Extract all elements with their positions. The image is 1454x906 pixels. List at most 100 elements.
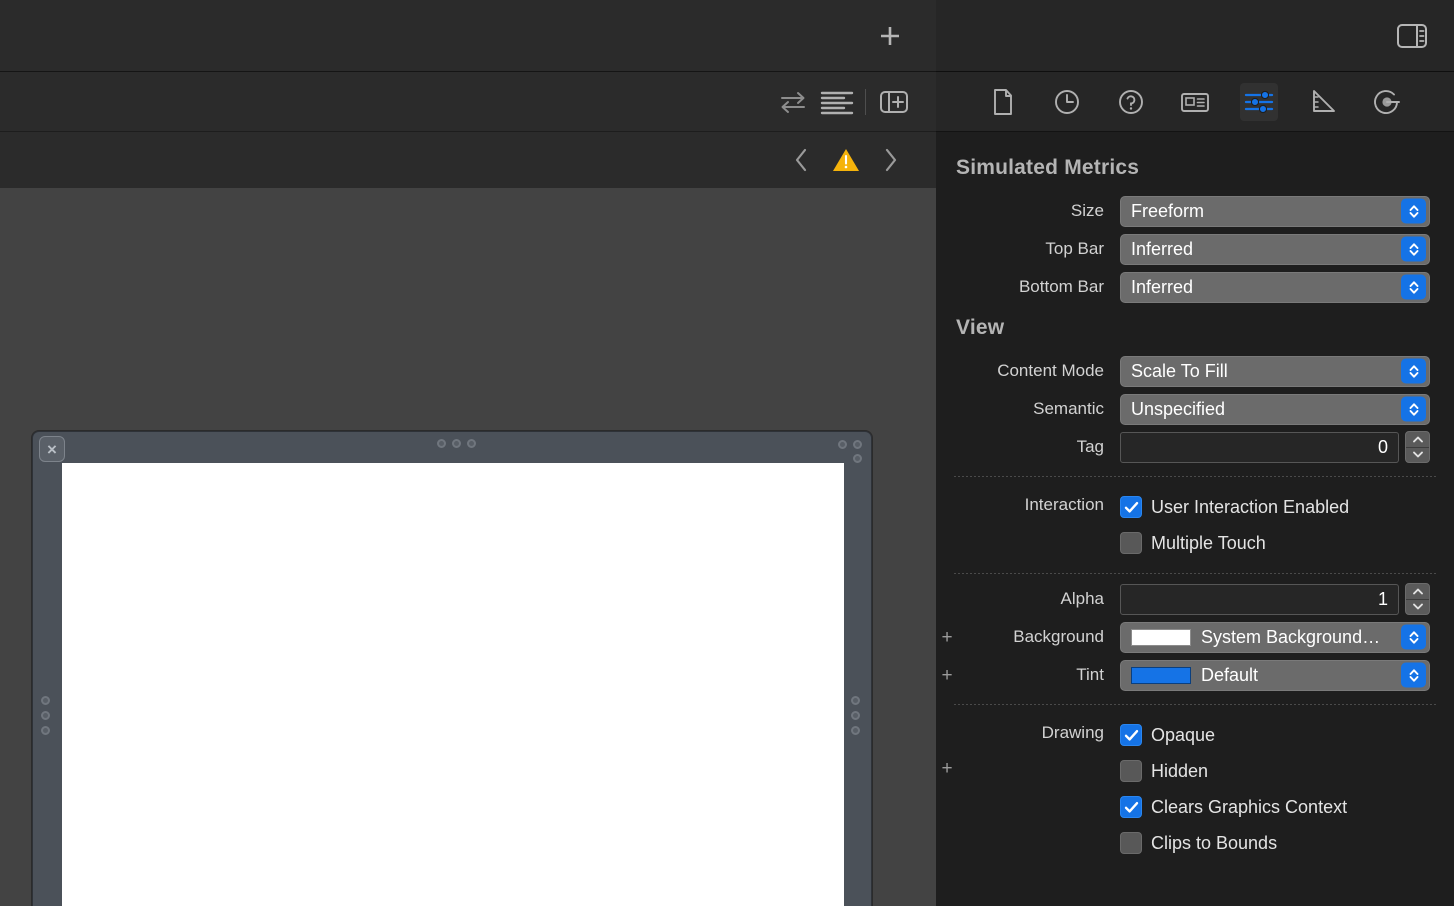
connections-arrow-icon xyxy=(1374,89,1400,114)
stepper-up-button[interactable] xyxy=(1406,584,1429,600)
checkbox-row-clears-graphics-context[interactable]: Clears Graphics Context xyxy=(1120,789,1430,825)
resize-handle-top[interactable] xyxy=(437,439,446,448)
color-swatch-tint[interactable] xyxy=(1131,666,1191,684)
row-label-tag: Tag xyxy=(1076,437,1104,456)
stepper-down-button[interactable] xyxy=(1406,448,1429,463)
popup-value-top-bar: Inferred xyxy=(1131,238,1194,259)
checkbox-label-hidden: Hidden xyxy=(1151,760,1209,781)
plus-icon xyxy=(881,26,899,45)
checkbox-group-drawing: Opaque Hidden Clears Graphics Context Clips… xyxy=(1120,717,1430,861)
tab-connections-inspector[interactable] xyxy=(1368,83,1406,121)
popup-stepper-arrows-icon[interactable] xyxy=(1401,624,1426,650)
checkbox-label-clips-to-bounds: Clips to Bounds xyxy=(1151,832,1278,853)
popup-stepper-arrows-icon[interactable] xyxy=(1401,358,1426,384)
interface-builder-canvas[interactable]: × xyxy=(0,188,936,906)
selected-view-frame[interactable]: × xyxy=(32,431,872,906)
resize-handle-right[interactable] xyxy=(851,696,860,705)
row-control: Scale To Fill xyxy=(1120,355,1430,387)
align-lines-button[interactable] xyxy=(815,82,859,122)
previous-issue-button[interactable] xyxy=(780,140,824,180)
tab-history-inspector[interactable] xyxy=(1048,83,1086,121)
checkbox-label-clears-graphics-context: Clears Graphics Context xyxy=(1151,796,1348,817)
popup-button-bottom-bar[interactable]: Inferred xyxy=(1120,271,1430,303)
resize-handle-right[interactable] xyxy=(851,726,860,735)
popup-button-top-bar[interactable]: Inferred xyxy=(1120,233,1430,265)
tab-file-inspector[interactable] xyxy=(984,83,1022,121)
next-issue-button[interactable] xyxy=(868,140,912,180)
chevron-right-icon xyxy=(885,148,897,172)
tab-help-inspector[interactable] xyxy=(1112,83,1150,121)
color-swatch-background[interactable] xyxy=(1131,628,1191,646)
resize-handle-right[interactable] xyxy=(851,711,860,720)
popup-stepper-arrows-icon[interactable] xyxy=(1401,274,1426,300)
checkbox-multiple-touch[interactable] xyxy=(1120,532,1142,554)
checkbox-row-user-interaction-enabled[interactable]: User Interaction Enabled xyxy=(1120,489,1430,525)
resize-handle-left[interactable] xyxy=(41,711,50,720)
add-variation-button-background[interactable]: + xyxy=(936,628,958,647)
checkbox-opaque[interactable] xyxy=(1120,724,1142,746)
text-field-alpha[interactable]: 1 xyxy=(1120,583,1399,615)
checkbox-row-hidden[interactable]: Hidden xyxy=(1120,753,1430,789)
checkbox-user-interaction-enabled[interactable] xyxy=(1120,496,1142,518)
popup-value-bottom-bar: Inferred xyxy=(1131,276,1194,297)
inspector-row-top-bar: + Top Bar Inferred xyxy=(936,230,1454,268)
stepper-tag[interactable] xyxy=(1405,431,1430,463)
popup-button-tint[interactable]: Default xyxy=(1120,659,1430,691)
row-control: Unspecified xyxy=(1120,393,1430,425)
question-circle-icon xyxy=(1119,89,1143,114)
popup-button-content-mode[interactable]: Scale To Fill xyxy=(1120,355,1430,387)
popup-button-size[interactable]: Freeform xyxy=(1120,195,1430,227)
row-label-tint: Tint xyxy=(1076,665,1104,684)
resize-handle-top-right[interactable] xyxy=(838,440,847,449)
stepper-alpha[interactable] xyxy=(1405,583,1430,615)
popup-stepper-arrows-icon[interactable] xyxy=(1401,198,1426,224)
checkbox-label-opaque: Opaque xyxy=(1151,724,1216,745)
checkbox-clips-to-bounds[interactable] xyxy=(1120,832,1142,854)
checkbox-hidden[interactable] xyxy=(1120,760,1142,782)
section-divider xyxy=(954,704,1436,705)
close-icon[interactable]: × xyxy=(39,436,65,462)
row-label-top-bar: Top Bar xyxy=(1045,239,1104,258)
inspector-row-interaction: + Interaction User Interaction Enabled Mult… xyxy=(936,483,1454,563)
add-button[interactable] xyxy=(868,16,912,56)
popup-value-tint: Default xyxy=(1201,664,1259,685)
popup-button-semantic[interactable]: Unspecified xyxy=(1120,393,1430,425)
stepper-up-button[interactable] xyxy=(1406,432,1429,448)
resize-handle-top-right[interactable] xyxy=(853,454,862,463)
checkbox-row-opaque[interactable]: Opaque xyxy=(1120,717,1430,753)
right-sidebar-toggle-button[interactable] xyxy=(1390,16,1434,56)
tab-size-inspector[interactable] xyxy=(1304,83,1342,121)
tab-identity-inspector[interactable] xyxy=(1176,83,1214,121)
view-content-surface[interactable] xyxy=(62,463,844,906)
inspector-row-tint: + Tint Default xyxy=(936,656,1454,694)
popup-value-content-mode: Scale To Fill xyxy=(1131,360,1228,381)
issue-warning-button[interactable] xyxy=(824,140,868,180)
add-variation-button-tint[interactable]: + xyxy=(936,666,958,685)
checkbox-clears-graphics-context[interactable] xyxy=(1120,796,1142,818)
resize-handle-top-right[interactable] xyxy=(853,440,862,449)
inspector-row-background: + Background System Background… xyxy=(936,618,1454,656)
resize-handle-top[interactable] xyxy=(467,439,476,448)
resize-handle-top[interactable] xyxy=(452,439,461,448)
popup-button-background[interactable]: System Background… xyxy=(1120,621,1430,653)
resize-handle-left[interactable] xyxy=(41,726,50,735)
utilities-inspector-pane: Simulated Metrics + Size Freeform + Top Bar In… xyxy=(936,0,1454,906)
row-control: Freeform xyxy=(1120,195,1430,227)
popup-stepper-arrows-icon[interactable] xyxy=(1401,236,1426,262)
swap-views-button[interactable] xyxy=(771,82,815,122)
checkbox-row-clips-to-bounds[interactable]: Clips to Bounds xyxy=(1120,825,1430,861)
stepper-down-button[interactable] xyxy=(1406,600,1429,615)
tab-attributes-inspector[interactable] xyxy=(1240,82,1278,121)
document-icon xyxy=(994,88,1012,115)
resize-handle-left[interactable] xyxy=(41,696,50,705)
gutter-spacer: + xyxy=(936,590,958,609)
row-control: System Background… xyxy=(1120,621,1430,653)
add-variation-button-drawing[interactable]: + xyxy=(936,759,958,778)
checkbox-row-multiple-touch[interactable]: Multiple Touch xyxy=(1120,525,1430,561)
add-editor-button[interactable] xyxy=(872,82,916,122)
popup-stepper-arrows-icon[interactable] xyxy=(1401,662,1426,688)
text-field-tag[interactable]: 0 xyxy=(1120,431,1399,463)
row-label-alpha: Alpha xyxy=(1060,589,1104,608)
inspector-row-bottom-bar: + Bottom Bar Inferred xyxy=(936,268,1454,306)
popup-stepper-arrows-icon[interactable] xyxy=(1401,396,1426,422)
